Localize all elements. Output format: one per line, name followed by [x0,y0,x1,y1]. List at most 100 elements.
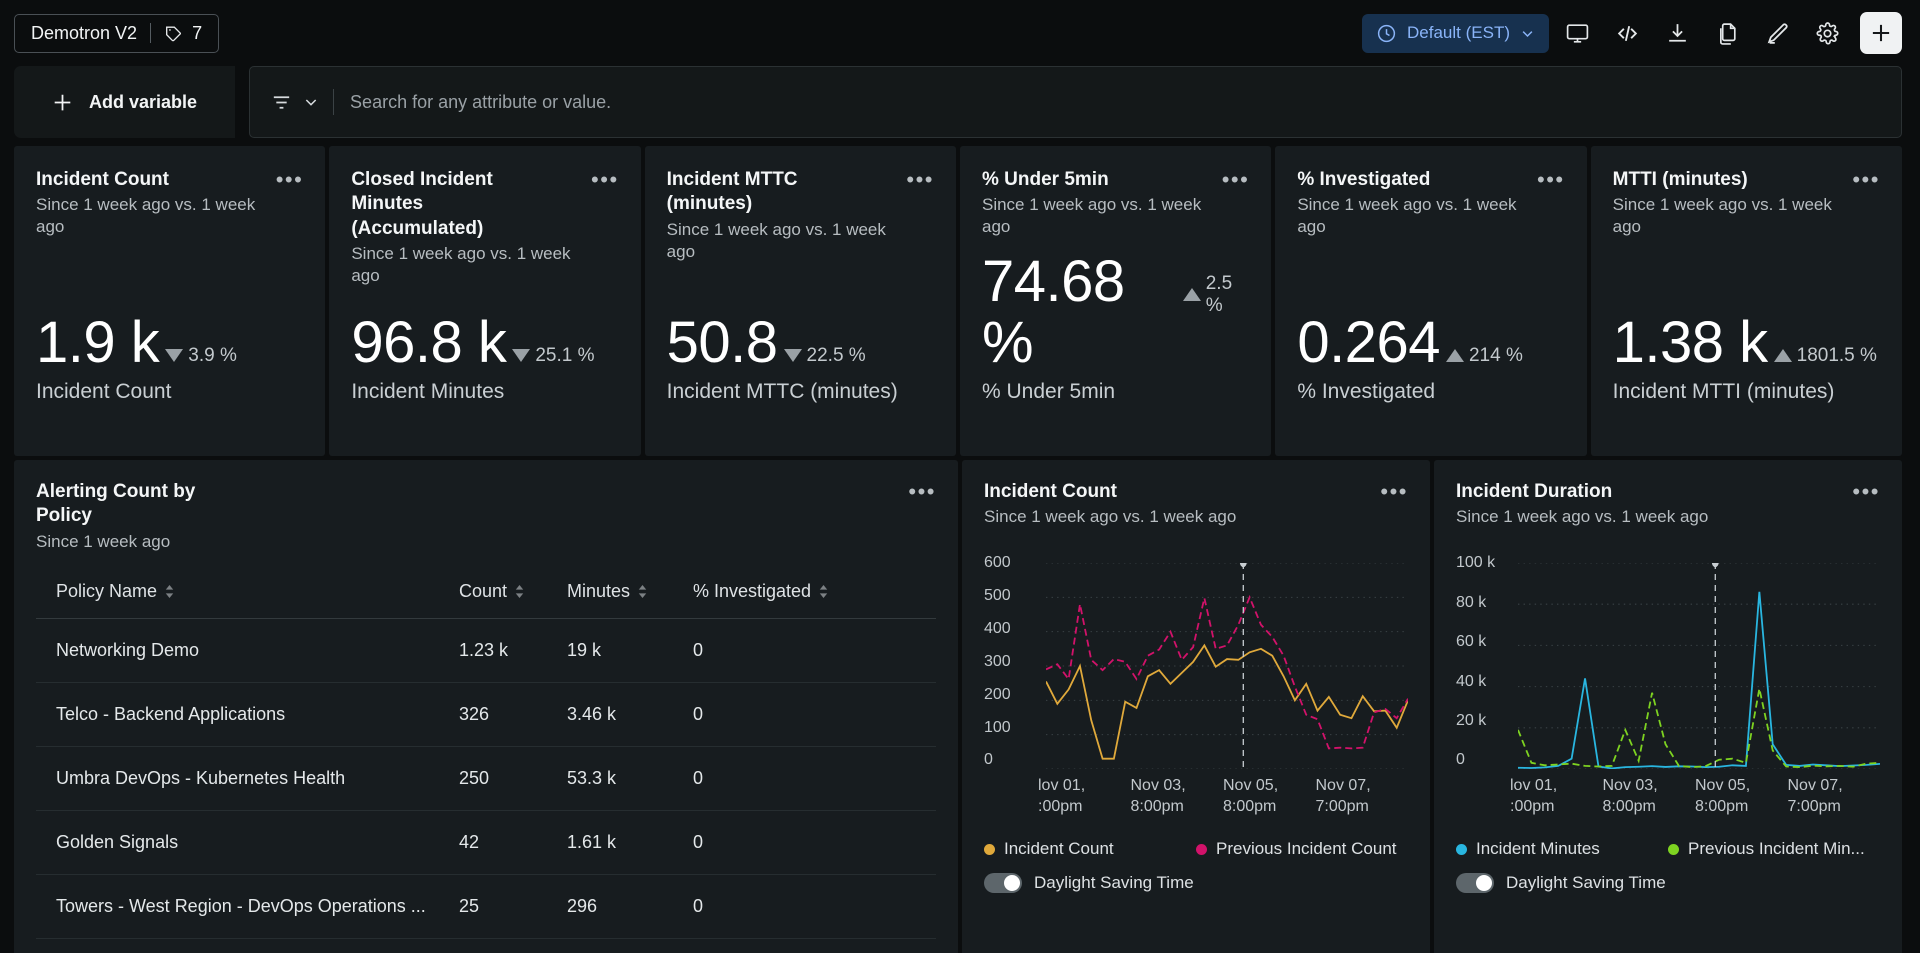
x-tick: Nov 05, 8:00pm [1223,776,1316,817]
cell-minutes: 19 k [567,618,693,682]
y-tick: 20 k [1456,712,1516,730]
daylight-saving-toggle[interactable] [984,873,1022,893]
filter-dropdown[interactable] [262,91,333,114]
legend-color-dot [1668,844,1679,855]
kpi-subtitle: Since 1 week ago vs. 1 week ago [1297,194,1537,238]
chart-incident-count: 600 500 400 300 200 100 0 [984,554,1408,769]
add-variable-label: Add variable [89,92,197,113]
table-row[interactable]: Towers - West Region - DevOps Operations… [36,874,936,938]
cell-count: 25 [459,874,567,938]
legend-item-incident-count[interactable]: Incident Count [984,839,1196,859]
legend-label: Incident Minutes [1476,839,1600,859]
timezone-selector[interactable]: Default (EST) [1362,14,1549,53]
chart-legend: Incident Minutes Previous Incident Min..… [1456,839,1880,859]
plus-icon [1868,20,1894,46]
tv-mode-icon[interactable] [1555,11,1599,55]
duplicate-icon[interactable] [1705,11,1749,55]
ellipsis-icon[interactable]: ••• [906,168,934,187]
bottom-row: Alerting Count by Policy Since 1 week ag… [0,456,1920,953]
kpi-title: % Investigated [1297,168,1503,192]
add-variable-button[interactable]: Add variable [14,66,235,138]
kpi-value: 96.8 k [351,313,506,374]
table-header-row: Policy Name Count [36,581,936,619]
cell-policy-name: Towers - West Region - DevOps Operations… [36,874,459,938]
ellipsis-icon[interactable]: ••• [908,480,936,499]
code-icon[interactable] [1605,11,1649,55]
chart-incident-duration: 100 k 80 k 60 k 40 k 20 k 0 [1456,554,1880,769]
column-header-policy-name[interactable]: Policy Name [36,581,459,619]
kpi-card-mtti[interactable]: MTTI (minutes) Since 1 week ago vs. 1 we… [1591,146,1902,456]
panel-title: Incident Duration [1456,480,1673,504]
tag-count-group[interactable]: 7 [164,23,202,44]
arrow-up-icon [1183,288,1201,301]
table-row[interactable]: Umbra DevOps - Kubernetes Health 250 53.… [36,746,936,810]
kpi-card-incident-count[interactable]: Incident Count Since 1 week ago vs. 1 we… [14,146,325,456]
dashboard-name-pill[interactable]: Demotron V2 7 [14,14,219,53]
legend-item-incident-minutes[interactable]: Incident Minutes [1456,839,1668,859]
kpi-delta: 25.1 % [512,345,594,367]
cell-count: 42 [459,810,567,874]
cell-count: 1.23 k [459,618,567,682]
ellipsis-icon[interactable]: ••• [1852,480,1880,499]
panel-subtitle: Since 1 week ago vs. 1 week ago [1456,506,1708,528]
y-tick: 200 [984,686,1044,704]
download-icon[interactable] [1655,11,1699,55]
filter-icon [270,91,293,114]
sort-icon [514,585,525,598]
column-label: Minutes [567,581,630,602]
legend-item-previous-incident-minutes[interactable]: Previous Incident Min... [1668,839,1880,859]
tag-count: 7 [192,23,202,44]
ellipsis-icon[interactable]: ••• [1222,168,1250,187]
y-tick: 0 [984,751,1044,769]
ellipsis-icon[interactable]: ••• [1380,480,1408,499]
y-tick: 80 k [1456,594,1516,612]
ellipsis-icon[interactable]: ••• [591,168,619,187]
add-button[interactable] [1860,12,1902,54]
table-row[interactable]: Golden Signals 42 1.61 k 0 [36,810,936,874]
legend-item-previous-incident-count[interactable]: Previous Incident Count [1196,839,1408,859]
search-bar[interactable]: Search for any attribute or value. [249,66,1902,138]
sort-icon [637,585,648,598]
daylight-saving-toggle-row: Daylight Saving Time [1456,873,1880,893]
kpi-subtitle: Since 1 week ago vs. 1 week ago [36,194,276,238]
kpi-delta: 214 % [1446,345,1523,367]
timezone-label: Default (EST) [1407,23,1510,43]
y-tick: 40 k [1456,673,1516,691]
edit-pencil-icon[interactable] [1755,11,1799,55]
column-header-investigated[interactable]: % Investigated [693,581,936,619]
cell-investigated: 0 [693,618,936,682]
y-tick: 600 [984,554,1044,572]
table-row[interactable]: Towers - West Region - DevOps Developer … [36,938,936,953]
cell-investigated: 0 [693,874,936,938]
y-axis-labels: 600 500 400 300 200 100 0 [984,554,1044,769]
column-header-count[interactable]: Count [459,581,567,619]
kpi-card-investigated[interactable]: % Investigated Since 1 week ago vs. 1 we… [1275,146,1586,456]
dashboard-title: Demotron V2 [31,23,137,44]
y-tick: 300 [984,653,1044,671]
cell-minutes: 296 [567,874,693,938]
y-tick: 100 k [1456,554,1516,572]
cell-investigated: 0 [693,682,936,746]
divider [150,23,151,43]
ellipsis-icon[interactable]: ••• [1537,168,1565,187]
settings-gear-icon[interactable] [1805,11,1849,55]
daylight-saving-toggle[interactable] [1456,873,1494,893]
toggle-label: Daylight Saving Time [1034,873,1194,893]
x-tick: Nov 03, 8:00pm [1603,776,1696,817]
kpi-card-incident-mttc[interactable]: Incident MTTC (minutes) Since 1 week ago… [645,146,956,456]
ellipsis-icon[interactable]: ••• [1852,168,1880,187]
plot-area [1046,563,1408,769]
kpi-card-closed-incident-minutes[interactable]: Closed Incident Minutes (Accumulated) Si… [329,146,640,456]
kpi-delta: 3.9 % [165,345,237,367]
legend-color-dot [1456,844,1467,855]
ellipsis-icon[interactable]: ••• [276,168,304,187]
kpi-card-under-5min[interactable]: % Under 5min Since 1 week ago vs. 1 week… [960,146,1271,456]
cell-minutes: 155 [567,938,693,953]
table-row[interactable]: Telco - Backend Applications 326 3.46 k … [36,682,936,746]
search-input[interactable]: Search for any attribute or value. [334,92,611,113]
column-header-minutes[interactable]: Minutes [567,581,693,619]
kpi-value: 74.68 % [982,252,1177,374]
policy-table: Policy Name Count [36,581,936,953]
cell-policy-name: Golden Signals [36,810,459,874]
table-row[interactable]: Networking Demo 1.23 k 19 k 0 [36,618,936,682]
